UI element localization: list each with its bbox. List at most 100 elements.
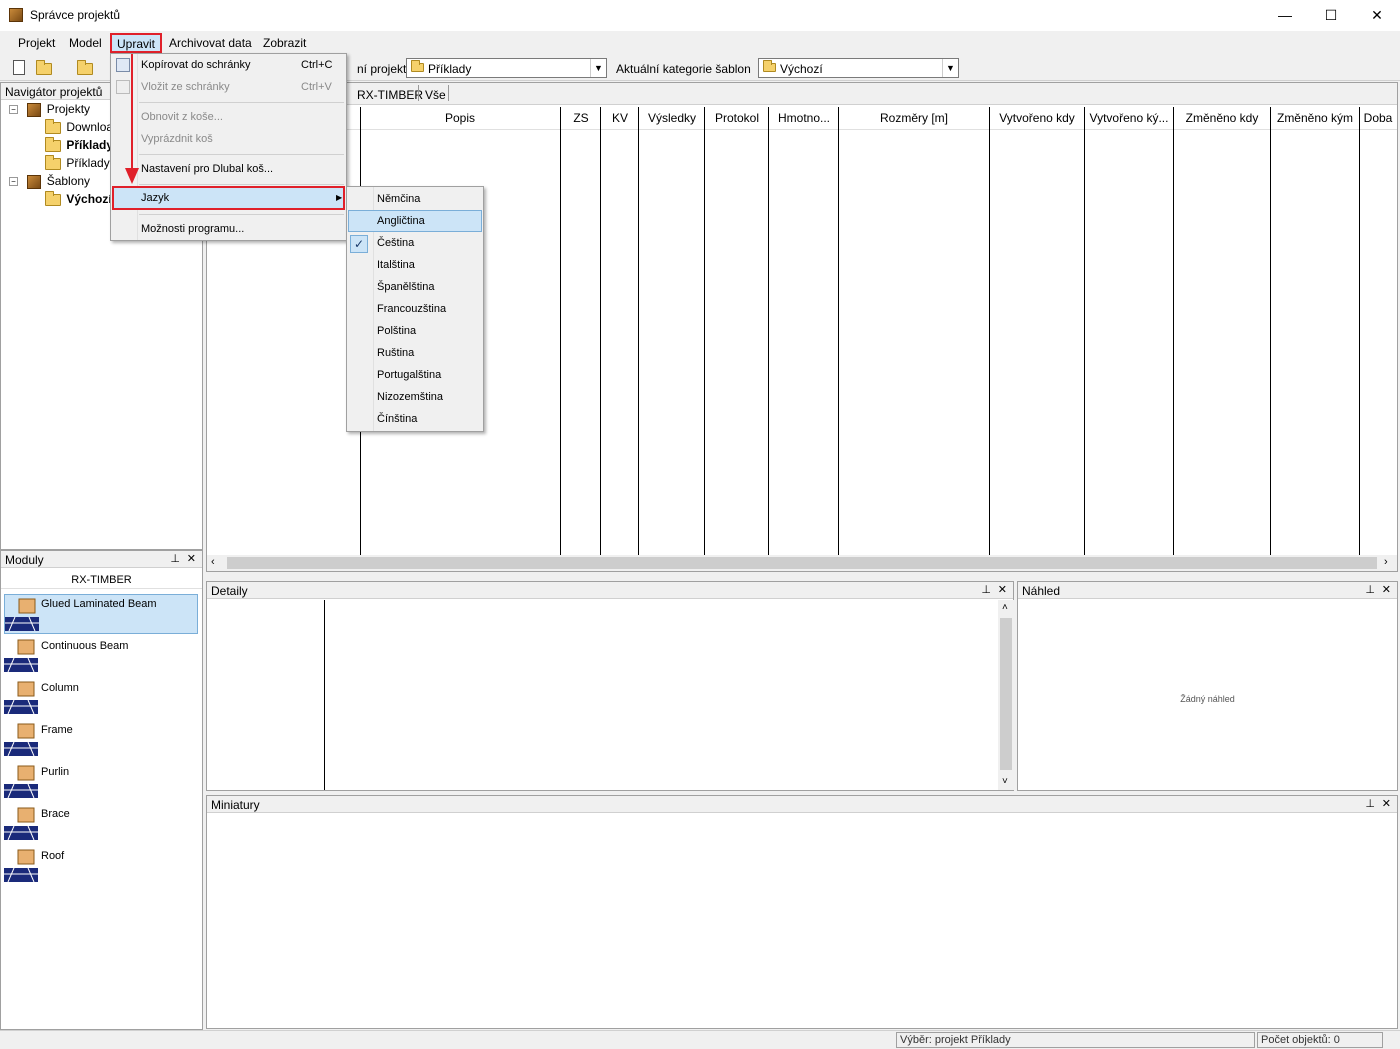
module-roof[interactable]: Roof — [4, 846, 198, 886]
lang-cinstina[interactable]: Čínština — [377, 408, 417, 430]
close-icon[interactable]: ✕ — [1382, 797, 1391, 810]
category-select-value: Výchozí — [780, 62, 823, 76]
menu-empty-trash[interactable]: Vyprázdnit koš — [141, 128, 213, 150]
module-glued-laminated-beam[interactable]: Glued Laminated Beam — [4, 594, 198, 634]
menu-upravit[interactable]: Upravit — [110, 33, 162, 53]
purlin-icon — [4, 764, 38, 799]
column-line — [1173, 107, 1174, 555]
new-document-icon[interactable] — [13, 60, 25, 75]
col-kv[interactable]: KV — [601, 107, 639, 129]
lang-anglictina-highlight[interactable]: Angličtina — [348, 210, 482, 232]
col-rozmery[interactable]: Rozměry [m] — [839, 107, 989, 129]
details-scrollbar[interactable]: ˄ ˅ — [998, 600, 1014, 790]
scroll-left-icon[interactable]: ‹ — [211, 556, 215, 568]
pin-icon[interactable]: ⊥ — [981, 583, 991, 596]
tree-item-downloa[interactable]: Downloa — [45, 118, 113, 138]
project-select[interactable]: Příklady ▼ — [406, 58, 607, 78]
tree-label: Šablony — [46, 174, 91, 188]
close-button[interactable]: ✕ — [1354, 0, 1400, 31]
column-line — [1084, 107, 1085, 555]
scroll-up-icon[interactable]: ˄ — [1002, 602, 1008, 613]
glued-laminated-beam-icon — [5, 597, 39, 632]
category-select[interactable]: Výchozí ▼ — [758, 58, 959, 78]
col-zmeneno-kdy[interactable]: Změněno kdy — [1174, 107, 1270, 129]
details-header: Detaily ⊥ ✕ — [207, 582, 1013, 599]
minimize-button[interactable]: — — [1262, 0, 1308, 31]
menu-paste-clipboard[interactable]: Vložit ze schránky — [141, 76, 230, 98]
folder-star-icon[interactable] — [77, 60, 94, 75]
pin-icon[interactable]: ⊥ — [1365, 583, 1375, 596]
close-icon[interactable]: ✕ — [998, 583, 1007, 596]
col-vysledky[interactable]: Výsledky — [639, 107, 705, 129]
tree-item-projekty[interactable]: − Projekty — [9, 102, 90, 120]
lang-francouzstina[interactable]: Francouzština — [377, 298, 446, 320]
menu-dlubal-trash-settings[interactable]: Nastavení pro Dlubal koš... — [141, 158, 273, 180]
folder-icon — [45, 136, 61, 152]
menu-separator — [139, 154, 344, 155]
col-hmotnost[interactable]: Hmotno... — [769, 107, 839, 129]
tab-separator — [418, 85, 419, 101]
lang-nizozemstina[interactable]: Nizozemština — [377, 386, 443, 408]
col-vytvoreno-kdy[interactable]: Vytvořeno kdy — [990, 107, 1084, 129]
open-folder-icon[interactable] — [36, 60, 52, 75]
modules-panel: Moduly ⊥ ✕ RX-TIMBER Glued Laminated Bea… — [0, 550, 203, 1030]
tree-label: Příklady — [66, 138, 114, 152]
module-frame[interactable]: Frame — [4, 720, 198, 760]
pin-icon[interactable]: ⊥ — [170, 552, 180, 565]
module-continuous-beam[interactable]: Continuous Beam — [4, 636, 198, 676]
tab-vse[interactable]: Vše — [425, 88, 446, 102]
col-vytvoreno-kym[interactable]: Vytvořeno ký... — [1085, 107, 1173, 129]
check-icon: ✓ — [350, 235, 368, 253]
category-label: Aktuální kategorie šablon — [616, 62, 751, 76]
lang-rustina[interactable]: Ruština — [377, 342, 414, 364]
module-brace[interactable]: Brace — [4, 804, 198, 844]
tree-item-sablony[interactable]: − Šablony — [9, 174, 90, 192]
maximize-button[interactable]: ☐ — [1308, 0, 1354, 31]
scroll-down-icon[interactable]: ˅ — [1002, 776, 1008, 787]
shortcut-paste: Ctrl+V — [301, 81, 332, 93]
collapse-icon[interactable]: − — [9, 105, 18, 115]
module-label: Frame — [41, 724, 73, 736]
tree-item-priklady-i[interactable]: Příklady I — [45, 154, 116, 174]
lang-spanelstina[interactable]: Španělština — [377, 276, 435, 298]
lang-portugalstina[interactable]: Portugalština — [377, 364, 441, 386]
lang-polstina[interactable]: Polština — [377, 320, 416, 342]
menu-archivovat-data[interactable]: Archivovat data — [169, 36, 252, 50]
module-purlin[interactable]: Purlin — [4, 762, 198, 802]
scroll-right-icon[interactable]: › — [1384, 556, 1388, 568]
module-column[interactable]: Column — [4, 678, 198, 718]
lang-cestina[interactable]: Čeština — [377, 232, 414, 254]
scroll-thumb[interactable] — [227, 557, 1377, 569]
tree-item-priklady[interactable]: Příklady — [45, 136, 114, 156]
menu-zobrazit[interactable]: Zobrazit — [263, 36, 306, 50]
folder-icon — [45, 118, 61, 134]
col-popis[interactable]: Popis — [360, 107, 560, 129]
collapse-icon[interactable]: − — [9, 177, 18, 187]
col-zmeneno-kym[interactable]: Změněno kým — [1271, 107, 1359, 129]
menu-jazyk[interactable]: Jazyk ▶ — [112, 186, 345, 210]
lang-nemcina[interactable]: Němčina — [377, 188, 420, 210]
modules-group[interactable]: RX-TIMBER — [1, 571, 202, 589]
horizontal-scrollbar[interactable]: ‹ › — [207, 555, 1397, 571]
scroll-thumb[interactable] — [1000, 618, 1012, 770]
templates-icon — [27, 174, 42, 189]
col-protokol[interactable]: Protokol — [705, 107, 769, 129]
pin-icon[interactable]: ⊥ — [1365, 797, 1375, 810]
tab-rx-timber[interactable]: RX-TIMBER — [357, 88, 423, 102]
lang-italstina[interactable]: Italština — [377, 254, 415, 276]
menu-program-options[interactable]: Možnosti programu... — [141, 218, 244, 240]
close-icon[interactable]: ✕ — [1382, 583, 1391, 596]
column-line — [768, 107, 769, 555]
projects-icon — [27, 102, 42, 117]
menu-restore-trash[interactable]: Obnovit z koše... — [141, 106, 223, 128]
menu-copy-clipboard[interactable]: Kopírovat do schránky — [141, 54, 250, 76]
close-icon[interactable]: ✕ — [187, 552, 196, 565]
col-doba[interactable]: Doba — [1360, 107, 1396, 129]
menu-projekt[interactable]: Projekt — [18, 36, 55, 50]
tree-item-vychozi[interactable]: Výchozí — [45, 190, 112, 210]
status-selection: Výběr: projekt Příklady — [896, 1032, 1255, 1048]
preview-panel: Náhled ⊥ ✕ Žádný náhled — [1017, 581, 1398, 791]
col-zs[interactable]: ZS — [561, 107, 601, 129]
menu-model[interactable]: Model — [69, 36, 102, 50]
module-label: Column — [41, 682, 79, 694]
